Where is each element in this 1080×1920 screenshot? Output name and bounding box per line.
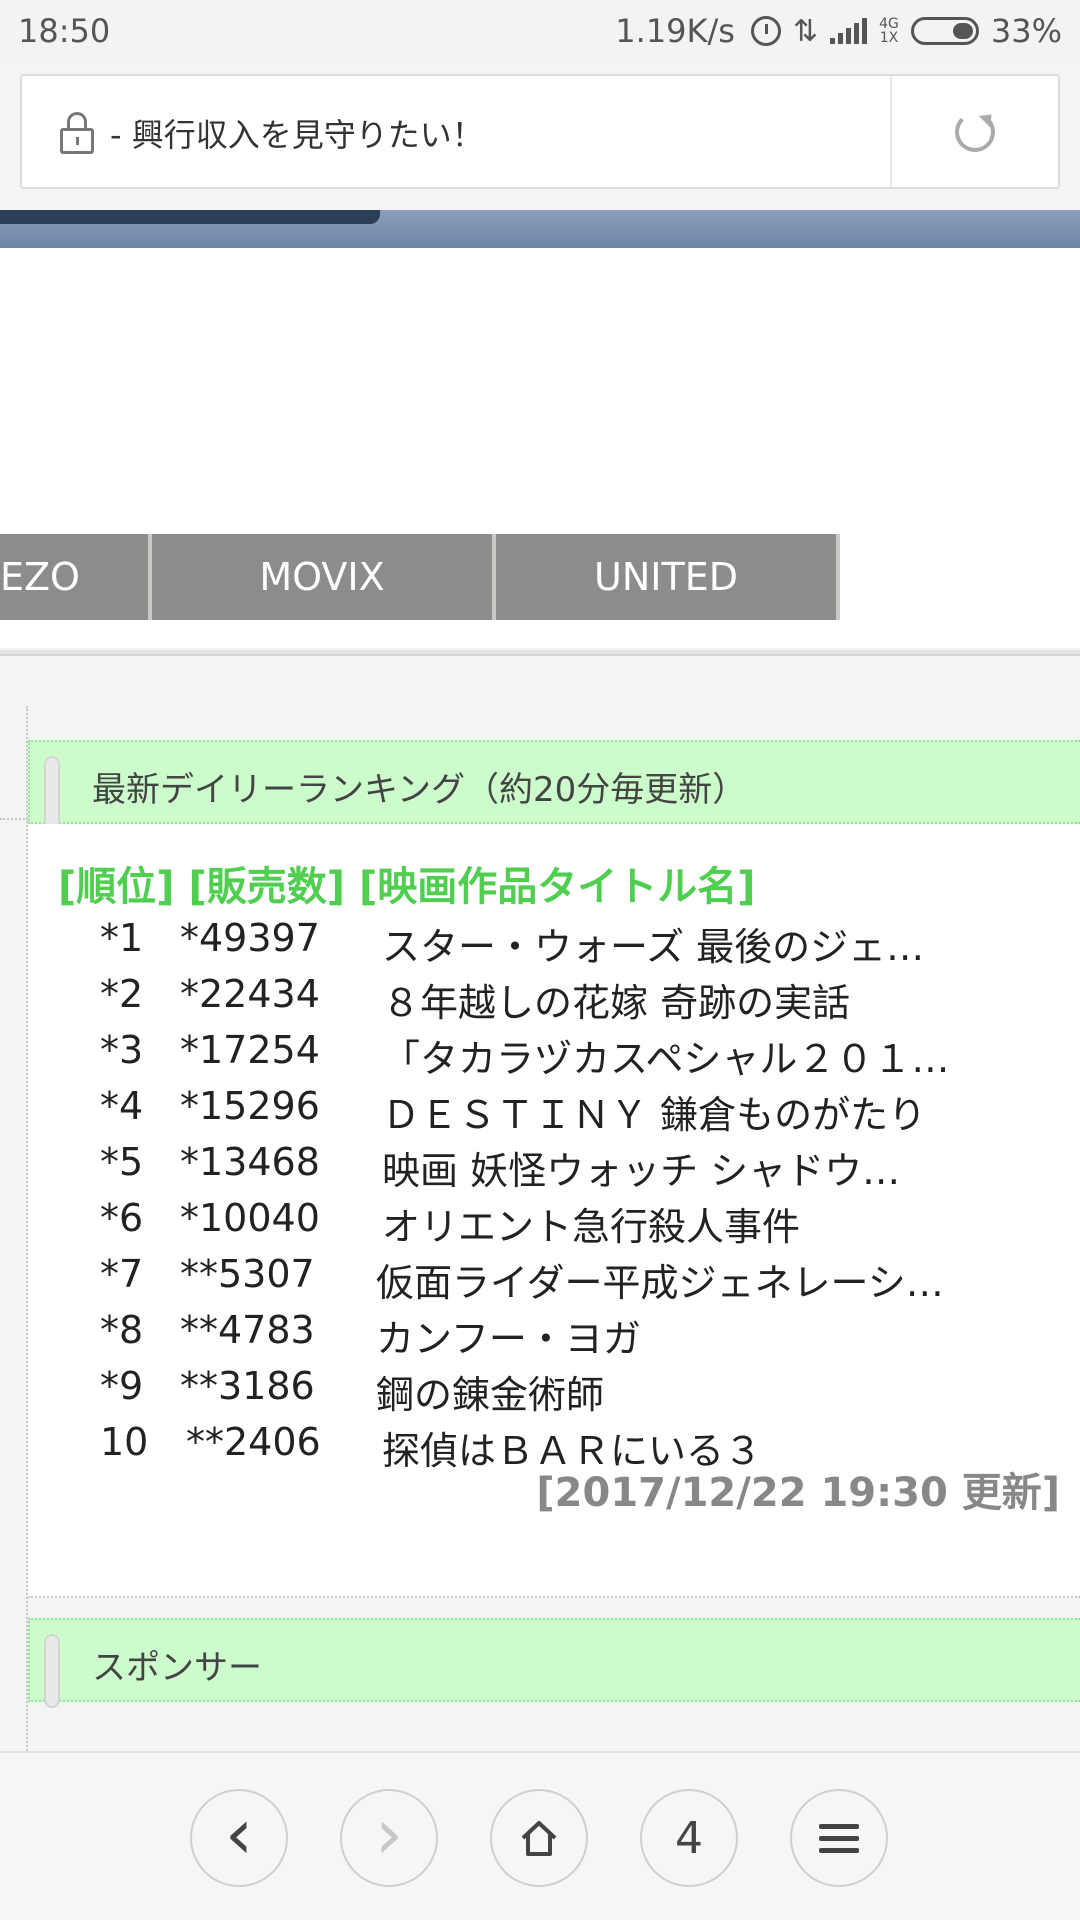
data-transfer-icon: ⇅ (792, 13, 819, 49)
rank-position: *3 (100, 1028, 144, 1072)
rank-sales: *17254 (180, 1028, 320, 1072)
rank-title: 仮面ライダー平成ジェネレーシ… (376, 1261, 944, 1305)
rank-title: 鋼の錬金術師 (376, 1373, 605, 1417)
address-bar[interactable]: - 興行収入を見守りたい！ (20, 74, 1060, 189)
rank-title: ＤＥＳＴＩＮＹ 鎌倉ものがたり (382, 1093, 927, 1137)
rank-position: *9 (100, 1364, 144, 1408)
menu-button[interactable] (790, 1789, 888, 1887)
rank-position: *6 (100, 1196, 144, 1240)
rank-position: 10 (100, 1420, 149, 1464)
rank-title: カンフー・ヨガ (376, 1317, 641, 1361)
browser-toolbar: ‹ › 4 (0, 1751, 1080, 1920)
network-type-bottom: 1X (879, 30, 899, 46)
column-divider-h (0, 818, 28, 820)
menu-icon (819, 1823, 859, 1853)
rank-sales: *49397 (180, 916, 320, 960)
grip-handle (44, 1634, 60, 1708)
rank-position: *4 (100, 1084, 144, 1128)
nav-tab-label: EZO (0, 555, 80, 599)
rank-sales: **3186 (180, 1364, 315, 1408)
rank-position: *5 (100, 1140, 144, 1184)
nav-tab-label: UNITED (594, 555, 738, 599)
nav-tab-label: MOVIX (259, 555, 385, 599)
ranking-column-heading: [順位] [販売数] [映画作品タイトル名] (58, 864, 756, 910)
network-type: 4G 1X (879, 17, 899, 45)
ranking-header-title: 最新デイリーランキング（約20分毎更新） (92, 770, 747, 810)
ranking-list: [順位] [販売数] [映画作品タイトル名] *1 *49397 スター・ウォー… (28, 824, 1080, 1598)
rank-title: 「タカラヅカスペシャル２０１… (382, 1037, 950, 1081)
status-bar: 18:50 1.19K/s ⇅ 4G 1X 33% (0, 0, 1080, 62)
rank-sales: *15296 (180, 1084, 320, 1128)
rank-position: *1 (100, 916, 144, 960)
grip-handle (44, 756, 60, 830)
rank-title: スター・ウォーズ 最後のジェ… (382, 925, 925, 969)
rank-sales: *22434 (180, 972, 320, 1016)
rank-position: *7 (100, 1252, 144, 1296)
theater-nav: EZO MOVIX UNITED (0, 534, 840, 620)
back-button[interactable]: ‹ (190, 1789, 288, 1887)
page-title[interactable]: - 興行収入を見守りたい！ (110, 110, 484, 156)
site-banner (0, 210, 1080, 248)
rank-title: ８年越しの花嫁 奇跡の実話 (382, 981, 851, 1025)
tabs-button[interactable]: 4 (640, 1789, 738, 1887)
alarm-icon (750, 16, 781, 46)
home-icon (517, 1818, 561, 1858)
forward-icon: › (375, 1793, 403, 1875)
rank-title: 映画 妖怪ウォッチ シャドウ… (382, 1149, 901, 1193)
rank-sales: *13468 (180, 1140, 320, 1184)
nav-tab-movix[interactable]: MOVIX (152, 534, 496, 620)
forward-button[interactable]: › (340, 1789, 438, 1887)
lock-icon (60, 112, 94, 154)
rank-title: オリエント急行殺人事件 (382, 1205, 801, 1249)
rank-position: *2 (100, 972, 144, 1016)
home-button[interactable] (490, 1789, 588, 1887)
battery-percent: 33% (990, 12, 1062, 50)
nav-tab-united[interactable]: UNITED (496, 534, 840, 620)
tabs-count: 4 (675, 1812, 703, 1864)
network-speed: 1.19K/s (615, 12, 735, 50)
nav-tab-ezo[interactable]: EZO (0, 534, 152, 620)
ranking-header: 最新デイリーランキング（約20分毎更新） (28, 740, 1080, 830)
rank-sales: *10040 (180, 1196, 320, 1240)
ranking-updated-time: [2017/12/22 19:30 更新] (536, 1470, 1060, 1516)
battery-icon (910, 17, 979, 45)
address-divider (890, 76, 892, 187)
sponsor-header: スポンサー (28, 1618, 1080, 1708)
banner-tab (0, 210, 380, 224)
rank-sales: **5307 (180, 1252, 315, 1296)
status-icons: 1.19K/s ⇅ 4G 1X 33% (615, 12, 1062, 50)
rank-position: *8 (100, 1308, 144, 1352)
sponsor-header-title: スポンサー (92, 1648, 262, 1688)
rank-sales: **2406 (186, 1420, 321, 1464)
rank-sales: **4783 (180, 1308, 315, 1352)
back-icon: ‹ (225, 1793, 253, 1875)
signal-icon (830, 18, 868, 44)
reload-icon[interactable] (955, 112, 995, 152)
status-time: 18:50 (18, 12, 111, 50)
